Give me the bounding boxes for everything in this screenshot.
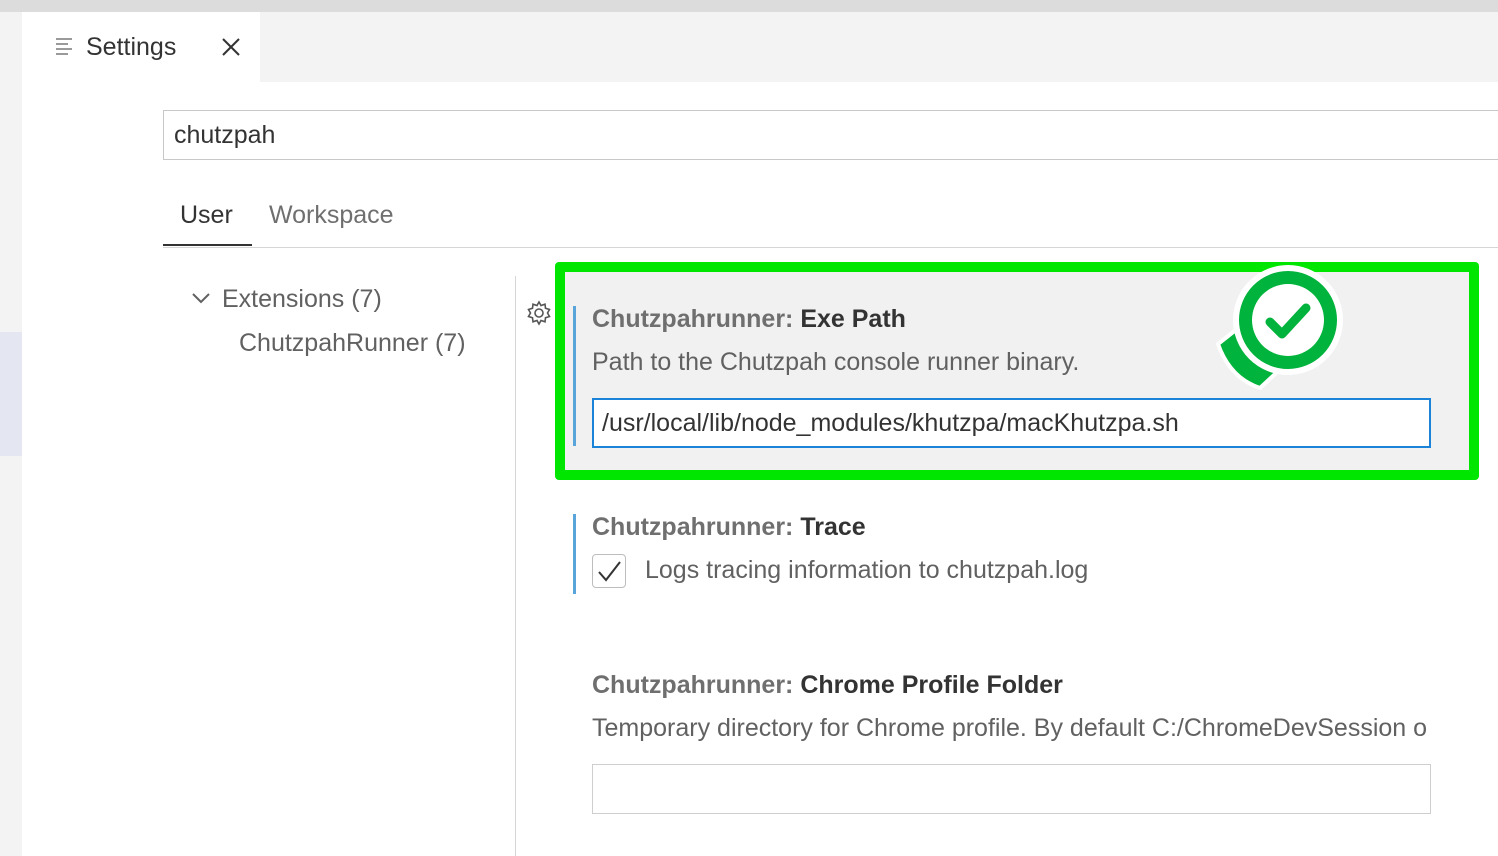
modified-indicator [573,514,576,594]
tree-item-label: Extensions (7) [222,285,382,313]
setting-name: Chrome Profile Folder [800,671,1063,699]
tab-workspace[interactable]: Workspace [269,200,394,230]
active-tab-underline [163,244,252,246]
settings-scope-tabs: User Workspace [163,186,1498,248]
setting-exe-path: Chutzpahrunner: Exe Path Path to the Chu… [573,304,1498,448]
trace-checkbox[interactable] [592,554,626,588]
activity-bar-active-item[interactable] [0,332,22,456]
tab-title: Settings [86,33,177,61]
setting-category: Chutzpahrunner: [592,305,801,333]
setting-category: Chutzpahrunner: [592,671,801,699]
close-icon[interactable] [218,34,244,60]
exe-path-input[interactable] [592,398,1431,448]
tree-item-extensions[interactable]: Extensions (7) [190,284,382,314]
setting-description: Temporary directory for Chrome profile. … [592,714,1428,742]
setting-title: Chutzpahrunner: Chrome Profile Folder [592,670,1063,700]
window-top-bar [0,0,1498,12]
success-check-badge-icon [1212,262,1348,394]
tree-divider [515,276,516,856]
setting-trace: Chutzpahrunner: Trace Logs tracing infor… [573,512,1498,596]
tab-user[interactable]: User [180,200,233,230]
tree-item-chutzpahrunner[interactable]: ChutzpahRunner (7) [239,328,466,358]
setting-title: Chutzpahrunner: Trace [592,512,866,542]
trace-checkbox-label: Logs tracing information to chutzpah.log [645,556,1089,584]
chrome-profile-input[interactable] [592,764,1431,814]
settings-search-input[interactable] [163,110,1498,160]
setting-chrome-profile-folder: Chutzpahrunner: Chrome Profile Folder Te… [573,670,1498,814]
modified-indicator [573,306,576,446]
gear-icon[interactable] [526,300,552,326]
tab-settings[interactable]: Settings [22,12,260,82]
checkmark-icon [598,561,621,582]
setting-description: Path to the Chutzpah console runner bina… [592,348,1080,376]
setting-name: Trace [800,513,866,541]
chevron-down-icon [192,293,210,304]
setting-category: Chutzpahrunner: [592,513,801,541]
setting-name: Exe Path [800,305,906,333]
setting-title: Chutzpahrunner: Exe Path [592,304,906,334]
settings-list-icon [56,38,74,55]
